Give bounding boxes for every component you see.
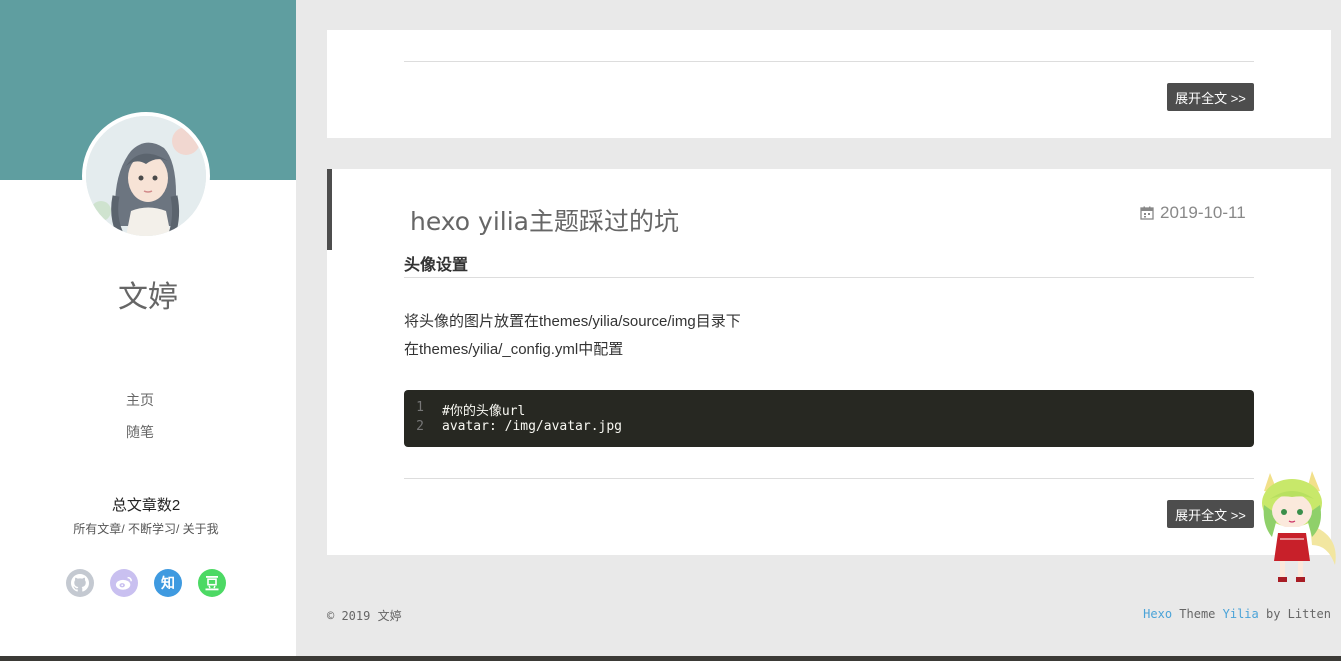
line-number: 1 <box>416 400 424 415</box>
nav-item-essays[interactable]: 随笔 <box>0 422 280 442</box>
divider <box>404 61 1254 62</box>
post-card: 展开全文 >> <box>327 30 1331 138</box>
zhihu-button[interactable]: 知 <box>154 569 182 597</box>
github-button[interactable] <box>66 569 94 597</box>
post-date[interactable]: 2019-10-11 <box>1140 203 1246 223</box>
hexo-link[interactable]: Hexo <box>1143 607 1172 621</box>
code-block[interactable]: 1 #你的头像url 2 avatar: /img/avatar.jpg <box>404 390 1254 447</box>
post-date-text: 2019-10-11 <box>1160 203 1246 222</box>
douban-icon <box>205 576 219 591</box>
link-about-me[interactable]: 关于我 <box>183 522 219 536</box>
line-number: 2 <box>416 419 424 434</box>
douban-button[interactable] <box>198 569 226 597</box>
post-title[interactable]: hexo yilia主题踩过的坑 <box>410 202 679 238</box>
theme-text: Theme <box>1172 607 1223 621</box>
divider <box>404 277 1254 278</box>
zhihu-icon: 知 <box>161 575 175 591</box>
author-credit: by Litten <box>1258 607 1331 621</box>
sidebar-links: 所有文章/ 不断学习/ 关于我 <box>0 520 292 537</box>
nav-item-home[interactable]: 主页 <box>0 390 280 410</box>
bottom-strip <box>0 656 1341 661</box>
avatar-image <box>86 116 206 236</box>
calendar-icon <box>1140 206 1154 220</box>
link-all-posts[interactable]: 所有文章 <box>73 522 121 536</box>
code-text: #你的头像url <box>442 404 526 419</box>
avatar[interactable] <box>82 112 210 240</box>
code-line: 1 #你的头像url <box>404 400 1254 419</box>
footer-credits: Hexo Theme Yilia by Litten <box>1143 607 1331 621</box>
footer-copyright: © 2019 文婷 <box>327 609 402 623</box>
social-links: 知 <box>66 569 226 597</box>
divider <box>404 478 1254 479</box>
github-icon <box>71 574 89 592</box>
read-more-button[interactable]: 展开全文 >> <box>1167 500 1254 528</box>
weibo-button[interactable] <box>110 569 138 597</box>
link-separator: / <box>176 522 183 536</box>
paragraph: 将头像的图片放置在themes/yilia/source/img目录下 <box>404 313 741 330</box>
link-separator: / <box>121 522 128 536</box>
code-line: 2 avatar: /img/avatar.jpg <box>404 419 1254 438</box>
link-keep-learning[interactable]: 不断学习 <box>128 522 176 536</box>
post-card: hexo yilia主题踩过的坑 2019-10-11 头像设置 将头像的图片放… <box>327 169 1331 555</box>
section-heading: 头像设置 <box>404 257 469 274</box>
mascot-widget[interactable] <box>1250 465 1341 590</box>
paragraph: 在themes/yilia/_config.yml中配置 <box>404 341 624 358</box>
yilia-link[interactable]: Yilia <box>1223 607 1259 621</box>
author-name[interactable]: 文婷 <box>0 272 296 316</box>
total-posts: 总文章数2 <box>111 497 181 514</box>
sidebar: 文婷 主页 随笔 总文章数2 所有文章/ 不断学习/ 关于我 知 <box>0 0 296 661</box>
code-text: avatar: /img/avatar.jpg <box>442 419 623 434</box>
weibo-icon <box>115 576 132 590</box>
read-more-button[interactable]: 展开全文 >> <box>1167 83 1254 111</box>
title-accent-bar <box>327 169 332 250</box>
